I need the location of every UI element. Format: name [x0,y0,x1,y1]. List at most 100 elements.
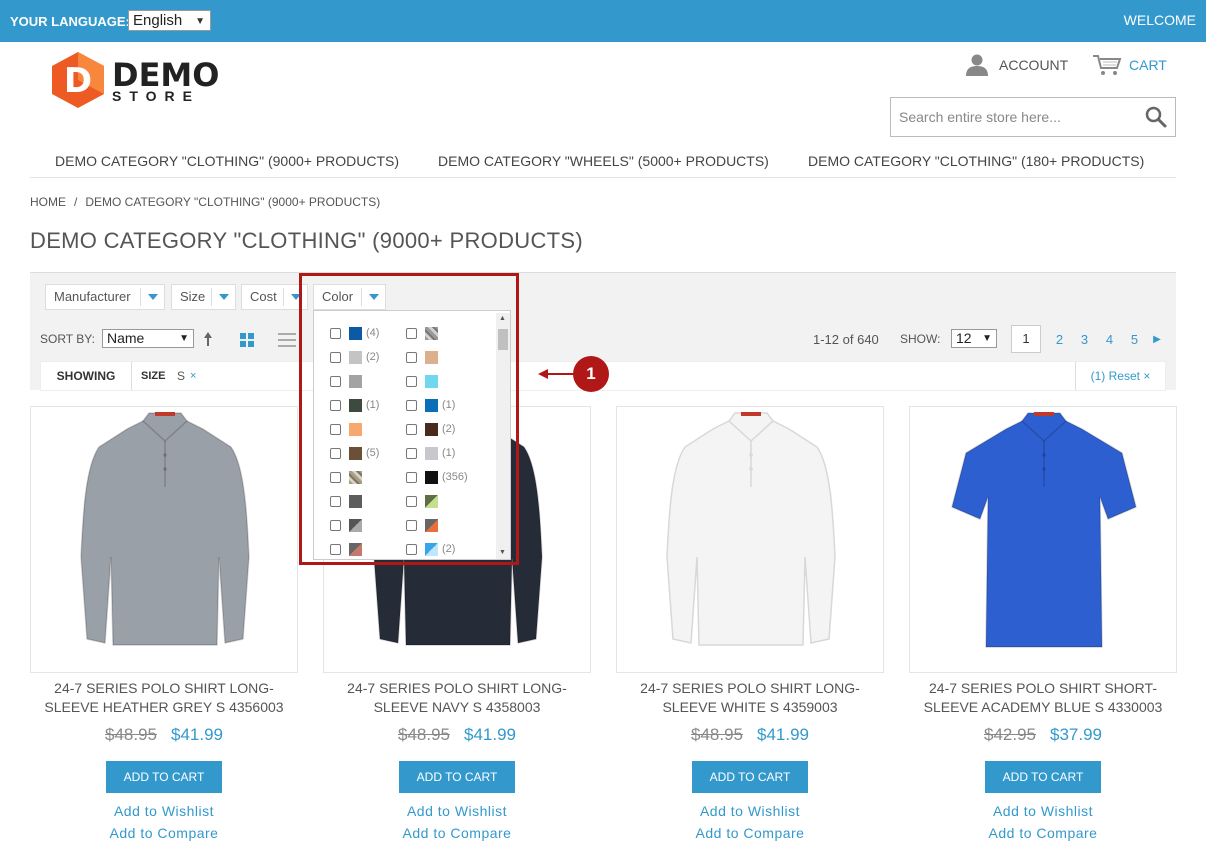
special-price: $41.99 [171,725,223,744]
product-prices: $42.95 $37.99 [909,725,1177,745]
sort-select[interactable]: Name ▼ [102,329,194,348]
main-navigation: DEMO CATEGORY "CLOTHING" (9000+ PRODUCTS… [30,150,1176,178]
language-label: YOUR LANGUAGE: [10,14,130,29]
add-to-wishlist-link[interactable]: Add to Wishlist [909,803,1177,819]
filter-manufacturer[interactable]: Manufacturer [45,284,165,310]
sort-select-value: Name [107,330,145,346]
breadcrumb-home[interactable]: HOME [30,195,66,209]
product-prices: $48.95 $41.99 [30,725,298,745]
special-price: $41.99 [464,725,516,744]
search-input[interactable] [891,98,1131,136]
chevron-down-icon: ▼ [179,333,189,344]
old-price: $48.95 [105,725,157,744]
filter-size-label: Size [180,289,206,304]
callout-number-badge: 1 [573,356,609,392]
account-link[interactable]: ACCOUNT [965,52,1068,78]
breadcrumb-current: DEMO CATEGORY "CLOTHING" (9000+ PRODUCTS… [85,195,381,209]
add-to-compare-link[interactable]: Add to Compare [909,825,1177,841]
page-4-link[interactable]: 4 [1097,332,1122,347]
add-to-cart-button[interactable]: ADD TO CART [692,761,808,793]
product-name[interactable]: 24-7 SERIES POLO SHIRT LONG-SLEEVE NAVY … [323,679,591,717]
logo-letter: D [64,61,92,101]
special-price: $37.99 [1050,725,1102,744]
chevron-down-icon: ▼ [982,333,992,344]
add-to-compare-link[interactable]: Add to Compare [616,825,884,841]
search-icon[interactable] [1145,106,1167,128]
old-price: $42.95 [984,725,1036,744]
store-logo[interactable]: D DEMO STORE [52,52,232,108]
cart-icon [1093,55,1122,75]
result-count: 1-12 of 640 [813,332,879,347]
callout-highlight-box [299,273,519,565]
add-to-wishlist-link[interactable]: Add to Wishlist [616,803,884,819]
add-to-wishlist-link[interactable]: Add to Wishlist [30,803,298,819]
top-bar: YOUR LANGUAGE: English ▼ WELCOME [0,0,1206,42]
show-per-page-value: 12 [956,330,972,346]
add-to-cart-button[interactable]: ADD TO CART [399,761,515,793]
chevron-down-icon: ▼ [195,16,205,27]
breadcrumb: HOME / DEMO CATEGORY "CLOTHING" (9000+ PRO… [30,195,380,209]
product-image[interactable] [30,406,298,673]
nav-item-clothing-180[interactable]: DEMO CATEGORY "CLOTHING" (180+ PRODUCTS) [808,153,1144,169]
grid-view-icon[interactable] [240,333,254,347]
product-prices: $48.95 $41.99 [616,725,884,745]
polo-shirt-image [666,412,836,646]
add-to-cart-button[interactable]: ADD TO CART [106,761,222,793]
add-to-cart-button[interactable]: ADD TO CART [985,761,1101,793]
language-select[interactable]: English ▼ [128,10,211,31]
account-label: ACCOUNT [999,57,1069,73]
active-filter-name: SIZE [141,370,166,382]
callout-arrow-icon [538,369,576,379]
list-view-icon[interactable] [278,333,296,347]
add-to-compare-link[interactable]: Add to Compare [30,825,298,841]
next-page-icon[interactable]: ▶ [1147,334,1167,345]
show-label: SHOW: [900,332,941,346]
old-price: $48.95 [691,725,743,744]
filter-size[interactable]: Size [171,284,236,310]
logo-hexagon-icon: D [52,52,104,108]
product-card: 24-7 SERIES POLO SHIRT LONG-SLEEVE HEATH… [30,406,298,841]
nav-item-clothing-9000[interactable]: DEMO CATEGORY "CLOTHING" (9000+ PRODUCTS… [55,153,399,169]
sort-by-label: SORT BY: [40,332,95,346]
product-image[interactable] [909,406,1177,673]
page-1-current[interactable]: 1 [1011,325,1041,353]
active-filter-value: S [177,369,186,383]
page-2-link[interactable]: 2 [1047,332,1072,347]
filter-cost[interactable]: Cost [241,284,308,310]
old-price: $48.95 [398,725,450,744]
caret-down-icon [211,288,235,306]
product-name[interactable]: 24-7 SERIES POLO SHIRT LONG-SLEEVE WHITE… [616,679,884,717]
product-prices: $48.95 $41.99 [323,725,591,745]
show-per-page-select[interactable]: 12 ▼ [951,329,997,348]
welcome-text: WELCOME [1123,12,1196,28]
page-5-link[interactable]: 5 [1122,332,1147,347]
polo-shirt-image [80,412,250,646]
pagination: 1 2 3 4 5 ▶ [1011,325,1167,353]
add-to-compare-link[interactable]: Add to Compare [323,825,591,841]
polo-shirt-image [951,412,1137,648]
add-to-wishlist-link[interactable]: Add to Wishlist [323,803,591,819]
page-3-link[interactable]: 3 [1072,332,1097,347]
language-select-value: English [133,12,183,29]
remove-filter-icon[interactable]: × [190,362,196,390]
breadcrumb-separator: / [74,195,78,209]
sort-direction-arrow-icon[interactable] [203,331,213,347]
caret-down-icon [140,288,164,306]
filter-manufacturer-label: Manufacturer [54,289,131,304]
reset-filters-link[interactable]: (1) Reset × [1075,362,1165,390]
cart-link[interactable]: CART [1092,52,1167,78]
logo-subword: STORE [112,88,200,104]
product-card: 24-7 SERIES POLO SHIRT SHORT-SLEEVE ACAD… [909,406,1177,841]
special-price: $41.99 [757,725,809,744]
showing-label: SHOWING [41,362,132,390]
product-name[interactable]: 24-7 SERIES POLO SHIRT LONG-SLEEVE HEATH… [30,679,298,717]
product-image[interactable] [616,406,884,673]
user-icon [966,54,988,76]
search-box [890,97,1176,137]
page-title: DEMO CATEGORY "CLOTHING" (9000+ PRODUCTS… [30,228,583,253]
nav-item-wheels[interactable]: DEMO CATEGORY "WHEELS" (5000+ PRODUCTS) [438,153,769,169]
cart-label: CART [1129,57,1167,73]
product-name[interactable]: 24-7 SERIES POLO SHIRT SHORT-SLEEVE ACAD… [909,679,1177,717]
product-card: 24-7 SERIES POLO SHIRT LONG-SLEEVE WHITE… [616,406,884,841]
filter-cost-label: Cost [250,289,277,304]
